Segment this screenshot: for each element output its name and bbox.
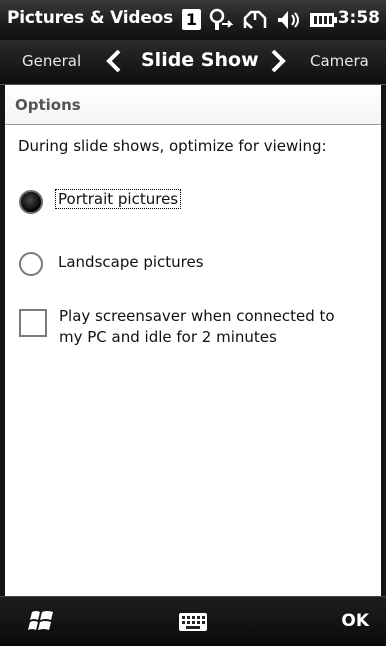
tab-camera[interactable]: Camera — [310, 52, 369, 70]
notification-badge[interactable]: 1 — [182, 9, 201, 30]
windows-start-icon[interactable] — [28, 609, 56, 637]
network-sync-icon[interactable] — [209, 8, 235, 36]
clock[interactable]: 3:58 — [338, 8, 380, 28]
landscape-label[interactable]: Landscape pictures — [58, 253, 204, 271]
portrait-radio[interactable] — [19, 190, 43, 214]
section-header: Options — [5, 86, 381, 125]
keyboard-icon[interactable] — [178, 612, 208, 636]
tab-slide-show[interactable]: Slide Show — [141, 49, 259, 71]
chevron-left-icon[interactable] — [104, 49, 124, 77]
section-title: Options — [15, 96, 81, 114]
screensaver-checkbox[interactable] — [19, 309, 47, 337]
portrait-label-text: Portrait pictures — [55, 189, 182, 209]
app-title: Pictures & Videos — [7, 8, 174, 28]
portrait-label[interactable]: Portrait pictures — [55, 189, 182, 209]
instruction-text: During slide shows, optimize for viewing… — [18, 137, 327, 155]
bottom-bar: OK — [0, 596, 386, 646]
screensaver-label[interactable]: Play screensaver when connected to my PC… — [59, 306, 359, 348]
tab-bar: General Slide Show Camera — [0, 40, 386, 85]
tab-general[interactable]: General — [22, 52, 81, 70]
status-bar: Pictures & Videos 1 3:58 — [0, 0, 386, 40]
landscape-radio[interactable] — [19, 252, 43, 276]
battery-icon[interactable] — [309, 8, 337, 36]
ok-button[interactable]: OK — [341, 611, 369, 631]
speaker-icon[interactable] — [276, 8, 302, 36]
signal-icon[interactable] — [242, 8, 268, 36]
chevron-right-icon[interactable] — [268, 49, 288, 77]
